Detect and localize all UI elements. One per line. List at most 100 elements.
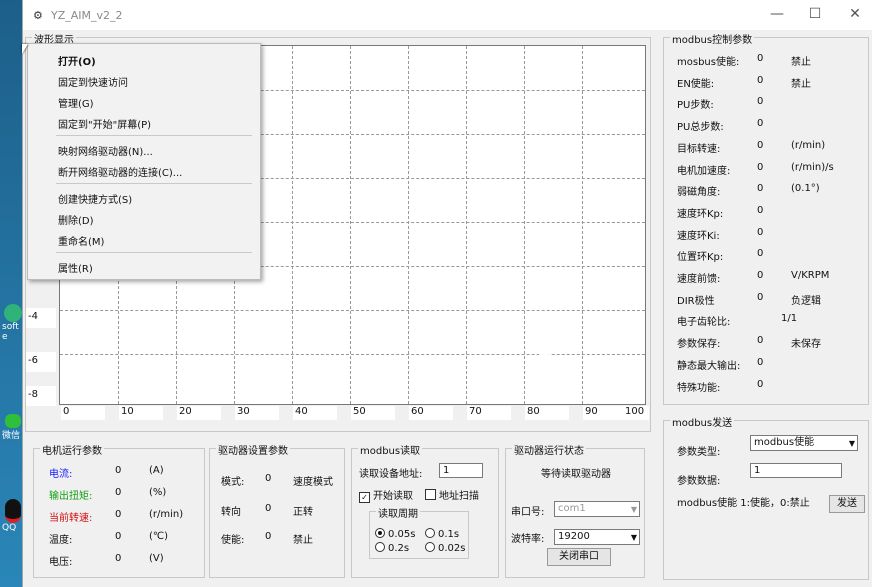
x-tick-label: 90 [583,406,627,420]
setting-value: 0 [265,503,272,514]
param-data-label: 参数数据: [677,476,721,487]
close-port-button[interactable]: 关闭串口 [547,548,611,566]
maximize-icon[interactable]: ☐ [801,6,829,22]
desktop-label: e [2,332,8,342]
param-value: 0 [757,248,764,260]
menu-item-properties[interactable]: 属性(R) [58,260,93,275]
app-icon: ⚙ [33,9,43,22]
mouse-cursor-icon [22,44,28,54]
y-tick-label: -8 [26,386,56,406]
setting-label: 转向 [221,507,241,518]
minimize-icon[interactable]: — [763,6,791,22]
setting-text: 禁止 [293,535,313,546]
menu-item-pin-quick[interactable]: 固定到快速访问 [58,74,128,89]
baud-label: 波特率: [511,534,545,545]
param-label: 速度前馈: [677,274,721,285]
period-label: 0.2s [388,543,410,554]
motor-unit: (℃) [149,531,169,542]
param-value: 0 [757,291,764,303]
param-extra: 禁止 [791,57,811,68]
param-value: 0 [757,161,764,173]
param-value: 0 [757,356,764,368]
chevron-down-icon: ▼ [630,533,637,542]
close-icon[interactable]: ✕ [841,6,869,22]
param-label: 速度环Kp: [677,208,724,220]
radio-icon [375,542,385,552]
period-radio[interactable]: 0.05s [375,528,415,540]
param-label: 静态最大输出: [677,360,741,372]
start-read-checkbox[interactable]: ✓ 开始读取 [359,487,413,503]
menu-separator [56,135,252,136]
video-play-icon[interactable] [539,346,573,394]
param-label: 速度环Ki: [677,230,720,242]
period-label: 0.1s [438,529,460,540]
chevron-down-icon: ▼ [848,439,855,448]
param-extra: (r/min)/s [791,161,834,173]
x-tick-label: 10 [119,406,163,420]
x-tick-label: 100 [623,406,649,420]
param-label: 电子齿轮比: [677,317,731,329]
setting-label: 模式: [221,477,245,488]
period-radio[interactable]: 0.2s [375,542,409,554]
param-data-input[interactable]: 1 [750,463,842,478]
grid-line [582,46,583,404]
menu-item-delete[interactable]: 删除(D) [58,212,94,227]
checkbox-icon: ✓ [359,492,370,503]
param-value: 0 [757,139,764,151]
param-extra: 禁止 [791,78,811,90]
x-tick-label: 20 [177,406,221,420]
setting-text: 速度模式 [293,477,333,488]
param-label: EN使能: [677,78,715,90]
modbus-params-title: modbus控制参数 [670,31,755,46]
port-select[interactable]: com1 ▼ [554,501,640,517]
param-value: 0 [757,118,764,130]
param-extra: (0.1°) [791,183,820,195]
param-value: 0 [757,96,764,108]
send-hint: modbus使能 1:使能，0:禁止 [677,498,810,509]
menu-item-map-drive[interactable]: 映射网络驱动器(N)... [58,143,153,158]
param-value: 0 [757,183,764,195]
motor-value: 0 [115,531,122,542]
menu-item-manage[interactable]: 管理(G) [58,95,94,110]
param-type-value: modbus使能 [754,437,815,448]
motor-label: 电流: [49,469,73,480]
param-label: 电机加速度: [677,165,731,177]
menu-separator [56,252,252,253]
period-radio[interactable]: 0.02s [425,542,465,554]
menu-item-pin-start[interactable]: 固定到"开始"屏幕(P) [58,116,151,131]
edge-icon [4,304,22,322]
motor-unit: (r/min) [149,509,184,520]
param-extra: 未保存 [791,339,821,351]
setting-value: 0 [265,473,272,484]
menu-item-create-shortcut[interactable]: 创建快捷方式(S) [58,191,132,206]
param-label: 参数保存: [677,339,721,351]
grid-line [524,46,525,404]
read-addr-input[interactable]: 1 [439,463,483,478]
menu-item-rename[interactable]: 重命名(M) [58,233,104,248]
addr-scan-checkbox[interactable]: 地址扫描 [425,487,479,502]
checkbox-icon [425,489,436,500]
desktop-label: soft [2,322,19,332]
param-value: 0 [757,270,764,281]
param-label: PU总步数: [677,122,724,134]
motor-value: 0 [115,509,122,520]
baud-select[interactable]: 19200 ▼ [554,529,640,545]
period-radio[interactable]: 0.1s [425,528,459,540]
port-label: 串口号: [511,507,545,518]
param-type-select[interactable]: modbus使能 ▼ [750,435,858,451]
motor-label: 温度: [49,535,73,546]
menu-item-disconnect-drive[interactable]: 断开网络驱动器的连接(C)... [58,164,182,179]
baud-value: 19200 [558,531,590,542]
radio-icon [375,528,385,538]
param-label: 弱磁角度: [677,187,721,199]
motor-label: 电压: [49,557,73,568]
param-type-label: 参数类型: [677,447,721,458]
x-tick-label: 50 [351,406,395,420]
send-button[interactable]: 发送 [829,495,865,513]
param-extra: 1/1 [781,313,798,325]
motor-unit: (V) [149,553,164,564]
menu-item-open[interactable]: 打开(O) [58,53,96,68]
read-addr-label: 读取设备地址: [359,469,423,480]
read-period-title: 读取周期 [376,505,420,520]
x-tick-label: 60 [409,406,453,420]
